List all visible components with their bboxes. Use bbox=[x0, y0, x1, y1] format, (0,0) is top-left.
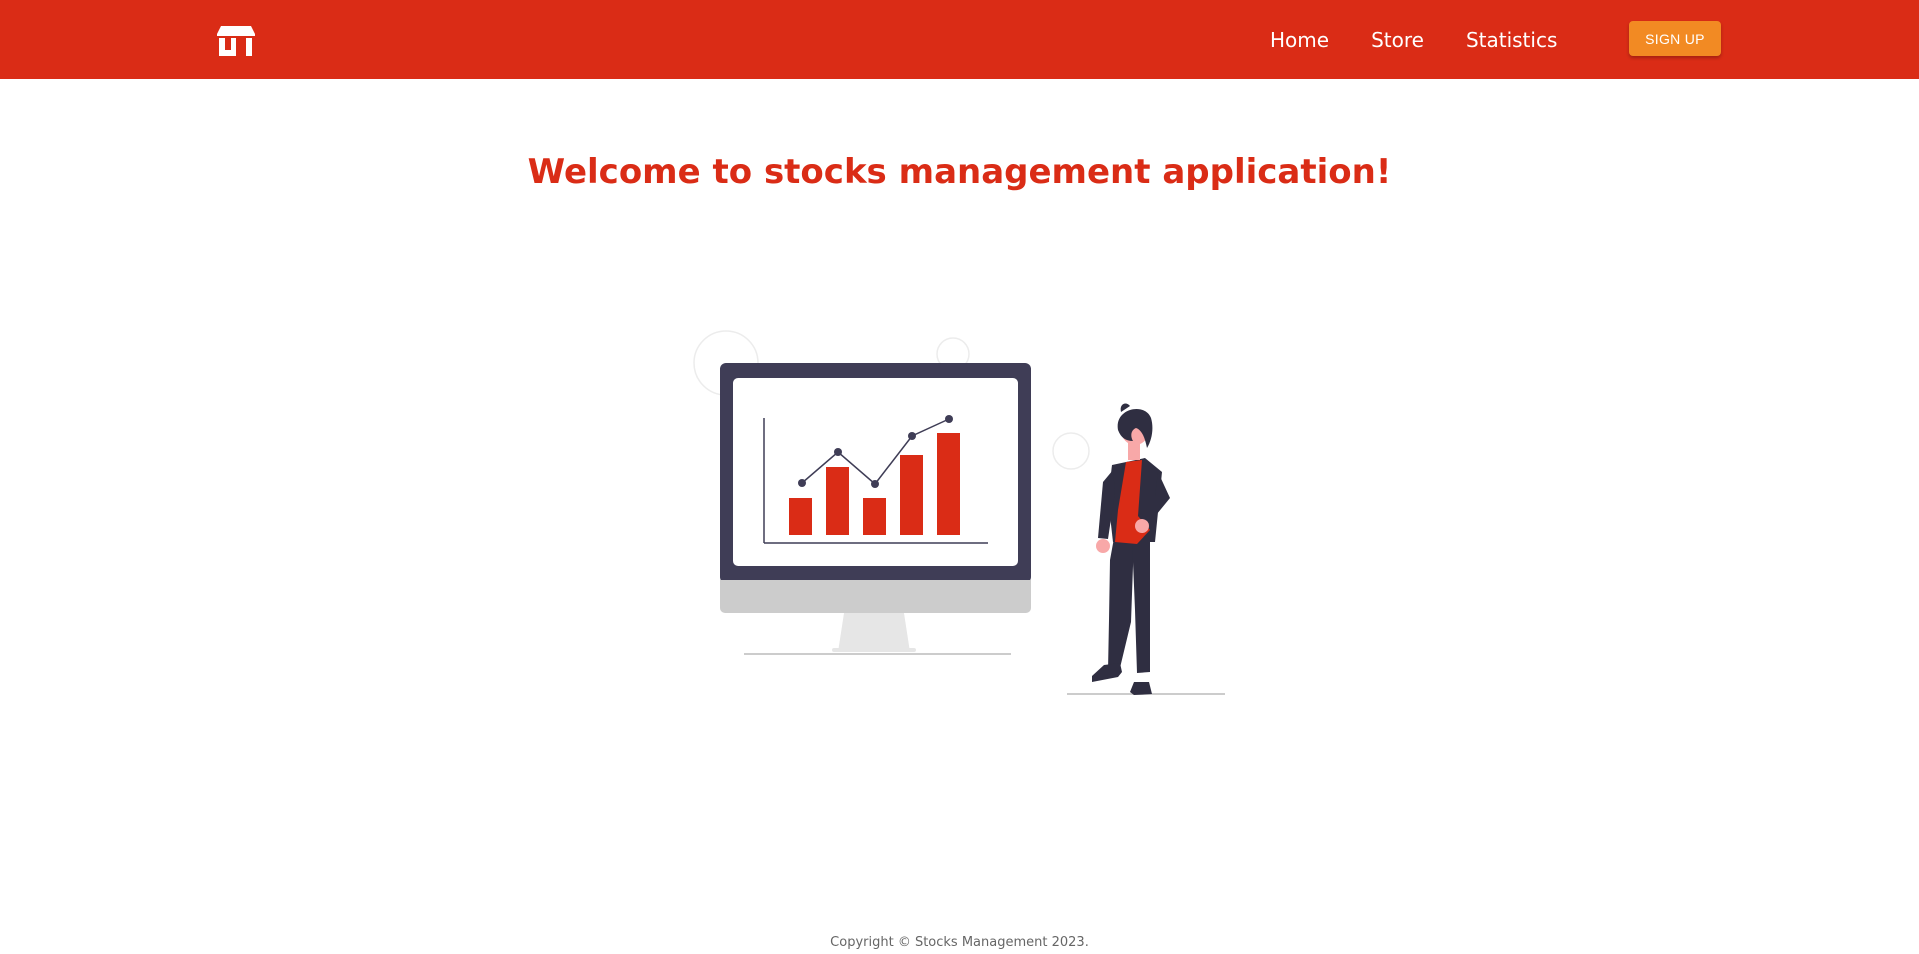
store-logo-icon[interactable] bbox=[216, 25, 256, 57]
page: Home Store Statistics SIGN UP Welcome to… bbox=[0, 0, 1919, 954]
nav-link-home[interactable]: Home bbox=[1270, 28, 1329, 52]
bubble-decoration bbox=[1052, 432, 1090, 470]
nav-link-statistics[interactable]: Statistics bbox=[1466, 28, 1557, 52]
analytics-illustration bbox=[693, 330, 1225, 695]
page-title: Welcome to stocks management application… bbox=[527, 152, 1392, 192]
person-icon bbox=[1067, 403, 1225, 695]
navbar: Home Store Statistics SIGN UP bbox=[0, 0, 1919, 79]
nav-links: Home Store Statistics bbox=[1270, 0, 1599, 79]
nav-link-store[interactable]: Store bbox=[1371, 28, 1424, 52]
signup-button[interactable]: SIGN UP bbox=[1629, 21, 1721, 56]
store-icon bbox=[217, 26, 255, 56]
footer-copyright: Copyright © Stocks Management 2023. bbox=[830, 935, 1089, 950]
